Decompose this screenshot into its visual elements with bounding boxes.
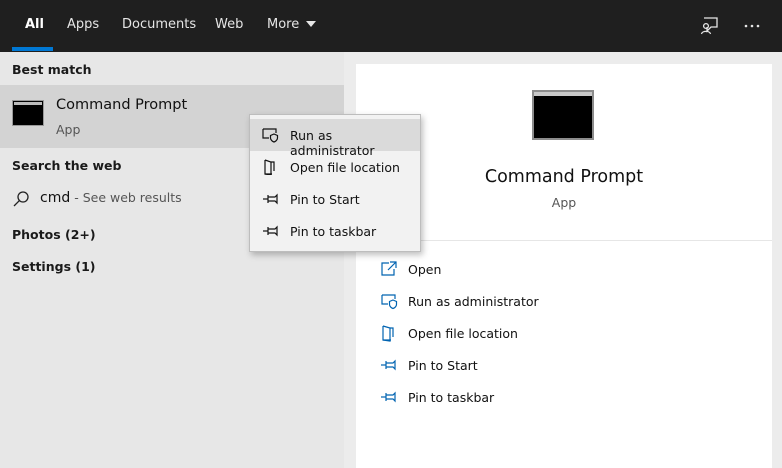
pin-icon: [262, 223, 280, 239]
action-run-as-administrator[interactable]: Run as administrator: [380, 288, 760, 316]
settings-category[interactable]: Settings (1): [12, 259, 95, 274]
command-prompt-icon: [12, 100, 44, 126]
command-prompt-large-icon: [532, 90, 594, 140]
action-open-file-location[interactable]: Open file location: [380, 320, 760, 348]
action-label: Pin to Start: [408, 358, 478, 373]
action-pin-to-taskbar[interactable]: Pin to taskbar: [380, 384, 760, 412]
chevron-down-icon: [306, 21, 317, 27]
tab-more[interactable]: More: [267, 0, 317, 52]
context-menu-label: Pin to Start: [290, 192, 360, 207]
action-label: Pin to taskbar: [408, 390, 495, 405]
context-menu-pin-to-start[interactable]: Pin to Start: [250, 183, 420, 215]
shield-icon: [262, 127, 280, 143]
tab-web[interactable]: Web: [215, 0, 243, 52]
feedback-icon[interactable]: [698, 14, 722, 38]
tab-apps[interactable]: Apps: [67, 0, 99, 52]
active-tab-indicator: [12, 47, 53, 51]
pin-icon: [380, 356, 398, 374]
search-term: cmd: [40, 190, 71, 206]
action-label: Open: [408, 262, 442, 277]
action-label: Run as administrator: [408, 294, 539, 309]
open-icon: [380, 260, 398, 278]
action-label: Open file location: [408, 326, 518, 341]
pin-icon: [262, 191, 280, 207]
action-open[interactable]: Open: [380, 256, 760, 284]
best-match-title: Command Prompt: [56, 97, 188, 113]
search-suffix: - See web results: [70, 190, 182, 205]
folder-icon: [262, 159, 280, 176]
search-web-heading: Search the web: [12, 158, 122, 173]
ellipsis-icon[interactable]: [740, 14, 764, 38]
tab-all[interactable]: All: [25, 0, 44, 52]
context-menu-open-file-location[interactable]: Open file location: [250, 151, 420, 183]
best-match-heading: Best match: [12, 62, 92, 77]
context-menu: Run as administrator Open file location …: [249, 114, 421, 252]
tab-documents[interactable]: Documents: [122, 0, 196, 52]
photos-category[interactable]: Photos (2+): [12, 227, 96, 242]
action-pin-to-start[interactable]: Pin to Start: [380, 352, 760, 380]
context-menu-label: Pin to taskbar: [290, 224, 377, 239]
search-icon: [12, 190, 30, 208]
shield-icon: [380, 292, 398, 310]
tab-more-label: More: [267, 17, 300, 32]
pin-icon: [380, 388, 398, 406]
context-menu-pin-to-taskbar[interactable]: Pin to taskbar: [250, 215, 420, 247]
folder-icon: [380, 324, 398, 342]
context-menu-label: Open file location: [290, 160, 400, 175]
best-match-subtitle: App: [56, 122, 81, 137]
context-menu-run-as-administrator[interactable]: Run as administrator: [250, 119, 420, 158]
search-scope-bar: All Apps Documents Web More: [0, 0, 782, 52]
